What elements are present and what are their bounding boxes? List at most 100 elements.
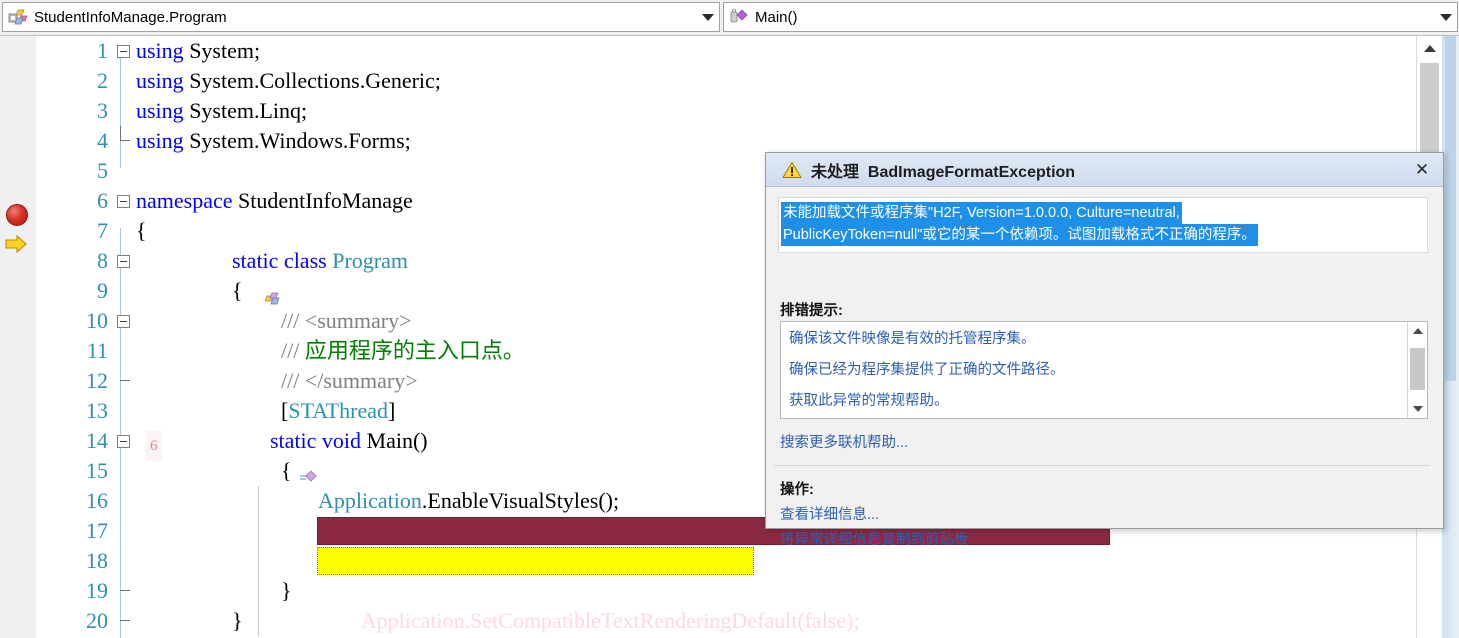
exception-message-line: PublicKeyToken=null"或它的某一个依赖项。试图加载格式不正确的…: [781, 224, 1258, 246]
code-line-current[interactable]: 18 Application.Run(new Form1());: [36, 546, 1417, 576]
line-number: 11: [86, 338, 108, 363]
class-namespace-icon: [8, 8, 30, 26]
chevron-down-icon[interactable]: [1435, 3, 1457, 31]
search-more-help-link[interactable]: 搜索更多联机帮助...: [780, 431, 908, 452]
tip-item[interactable]: 确保该文件映像是有效的托管程序集。: [781, 322, 1427, 353]
line-content: {: [232, 276, 243, 306]
line-number: 20: [86, 608, 108, 633]
member-dropdown[interactable]: Main(): [723, 2, 1458, 32]
line-number: 15: [86, 458, 108, 483]
type-dropdown[interactable]: StudentInfoManage.Program: [2, 2, 720, 32]
attribute-token: STAThread: [288, 398, 388, 423]
tips-scrollbar-thumb[interactable]: [1410, 348, 1425, 390]
code-line[interactable]: 20 }: [36, 606, 1417, 636]
line-number: 16: [86, 488, 108, 513]
identifier-token: Main(): [366, 428, 428, 453]
line-number: 4: [97, 128, 108, 153]
line-content: [STAThread]: [281, 396, 395, 426]
line-content: using System.Linq;: [136, 96, 307, 126]
outline-collapse-box[interactable]: [117, 435, 130, 448]
exception-assistant-dialog[interactable]: 未处理 BadImageFormatException ✕ 未能加载文件或程序集…: [765, 152, 1444, 548]
outline-collapse-box[interactable]: [117, 315, 130, 328]
code-line[interactable]: 19 }: [36, 576, 1417, 606]
line-content: using System.Windows.Forms;: [136, 126, 411, 156]
line-number: 13: [86, 398, 108, 423]
line-content: {: [281, 456, 292, 486]
type-token: Application: [318, 488, 422, 513]
tip-item[interactable]: 确保已经为程序集提供了正确的文件路径。: [781, 353, 1427, 384]
actions-title: 操作:: [780, 482, 814, 498]
outline-dash: [120, 590, 130, 591]
line-content: static void Main(): [270, 426, 428, 456]
brace-token: }: [281, 578, 292, 603]
identifier-token: System.Linq;: [183, 98, 308, 123]
code-line[interactable]: 2 using System.Collections.Generic;: [36, 66, 1417, 96]
keyword-token: static class: [232, 248, 333, 273]
warning-triangle-icon: [782, 161, 802, 179]
line-content: /// </summary>: [281, 366, 418, 396]
exception-message-line: 未能加载文件或程序集"H2F, Version=1.0.0.0, Culture…: [781, 202, 1182, 224]
line-content: /// 应用程序的主入口点。: [281, 336, 525, 366]
method-private-icon: [729, 8, 751, 26]
view-detail-link[interactable]: 查看详细信息...: [780, 503, 879, 524]
scroll-up-icon[interactable]: [1408, 322, 1427, 340]
line-number: 17: [86, 518, 108, 543]
breakpoint-dot-icon[interactable]: [6, 204, 28, 226]
type-token: Program: [332, 248, 408, 273]
line-content: {: [136, 216, 147, 246]
line-content: }: [232, 606, 243, 636]
comment-token: /// </summary>: [281, 368, 418, 393]
line-content: /// <summary>: [281, 306, 412, 336]
line-number: 3: [97, 98, 108, 123]
keyword-token: using: [136, 38, 184, 63]
brace-token: {: [232, 278, 243, 303]
line-content: using System;: [136, 36, 260, 66]
tip-item[interactable]: 获取此异常的常规帮助。: [781, 384, 1427, 415]
scrollbar-map-rail[interactable]: [1442, 36, 1459, 638]
identifier-token: StudentInfoManage: [232, 188, 413, 213]
outline-collapse-box[interactable]: [117, 45, 130, 58]
comment-token: /// <summary>: [281, 308, 412, 333]
line-number: 7: [97, 218, 108, 243]
current-statement-highlight: [317, 547, 754, 575]
chevron-down-icon[interactable]: [697, 3, 719, 31]
identifier-token: System.Windows.Forms;: [183, 128, 411, 153]
exception-title-prefix: 未处理: [811, 163, 860, 181]
current-statement-arrow-icon: [4, 233, 30, 255]
troubleshooting-tips-list[interactable]: 确保该文件映像是有效的托管程序集。 确保已经为程序集提供了正确的文件路径。 获取…: [780, 321, 1428, 419]
line-number: 14: [86, 428, 108, 453]
close-icon[interactable]: ✕: [1411, 160, 1433, 180]
outline-dash: [120, 140, 130, 141]
keyword-token: using: [136, 98, 184, 123]
exception-type-name: BadImageFormatException: [867, 163, 1076, 181]
line-number: 8: [97, 248, 108, 273]
identifier-token: System.Collections.Generic;: [183, 68, 441, 93]
copy-exception-detail-link[interactable]: 将异常详细信息复制到剪贴板: [780, 528, 969, 549]
keyword-token: static void: [270, 428, 367, 453]
line-number: 1: [97, 38, 108, 63]
keyword-token: namespace: [136, 188, 233, 213]
line-content: namespace StudentInfoManage: [136, 186, 413, 216]
outline-dash: [120, 620, 130, 621]
exception-title: 未处理 BadImageFormatException: [811, 158, 1075, 182]
identifier-token: .EnableVisualStyles();: [421, 488, 620, 513]
line-number: 10: [86, 308, 108, 333]
code-line[interactable]: 3 using System.Linq;: [36, 96, 1417, 126]
indicator-margin[interactable]: [0, 36, 37, 638]
exception-dialog-titlebar: 未处理 BadImageFormatException ✕: [766, 153, 1443, 187]
line-number: 6: [97, 188, 108, 213]
comment-zh-token: 应用程序的主入口点。: [304, 338, 525, 363]
line-number: 18: [86, 548, 108, 573]
scroll-down-icon[interactable]: [1408, 400, 1427, 418]
line-number: 19: [86, 578, 108, 603]
tips-scrollbar[interactable]: [1407, 322, 1427, 418]
line-content: using System.Collections.Generic;: [136, 66, 441, 96]
troubleshooting-tips-title: 排错提示:: [780, 303, 843, 319]
code-line[interactable]: 1 using System;: [36, 36, 1417, 66]
outline-collapse-box[interactable]: [117, 255, 130, 268]
exception-message-box[interactable]: 未能加载文件或程序集"H2F, Version=1.0.0.0, Culture…: [778, 197, 1428, 253]
line-number: 2: [97, 68, 108, 93]
outline-collapse-box[interactable]: [117, 195, 130, 208]
bracket-token: ]: [387, 398, 396, 423]
scroll-up-icon[interactable]: [1417, 36, 1442, 61]
